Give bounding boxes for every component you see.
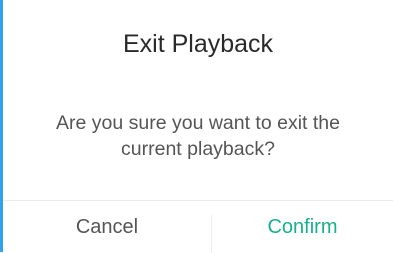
dialog-title: Exit Playback [122,30,274,58]
dialog-button-row: Cancel Confirm [3,200,393,253]
cancel-button[interactable]: Cancel [3,201,211,253]
confirm-button[interactable]: Confirm [212,201,393,253]
dialog-message: Are you sure you want to exit the curren… [56,112,340,160]
exit-playback-dialog: Exit Playback Are you sure you want to e… [0,0,393,253]
